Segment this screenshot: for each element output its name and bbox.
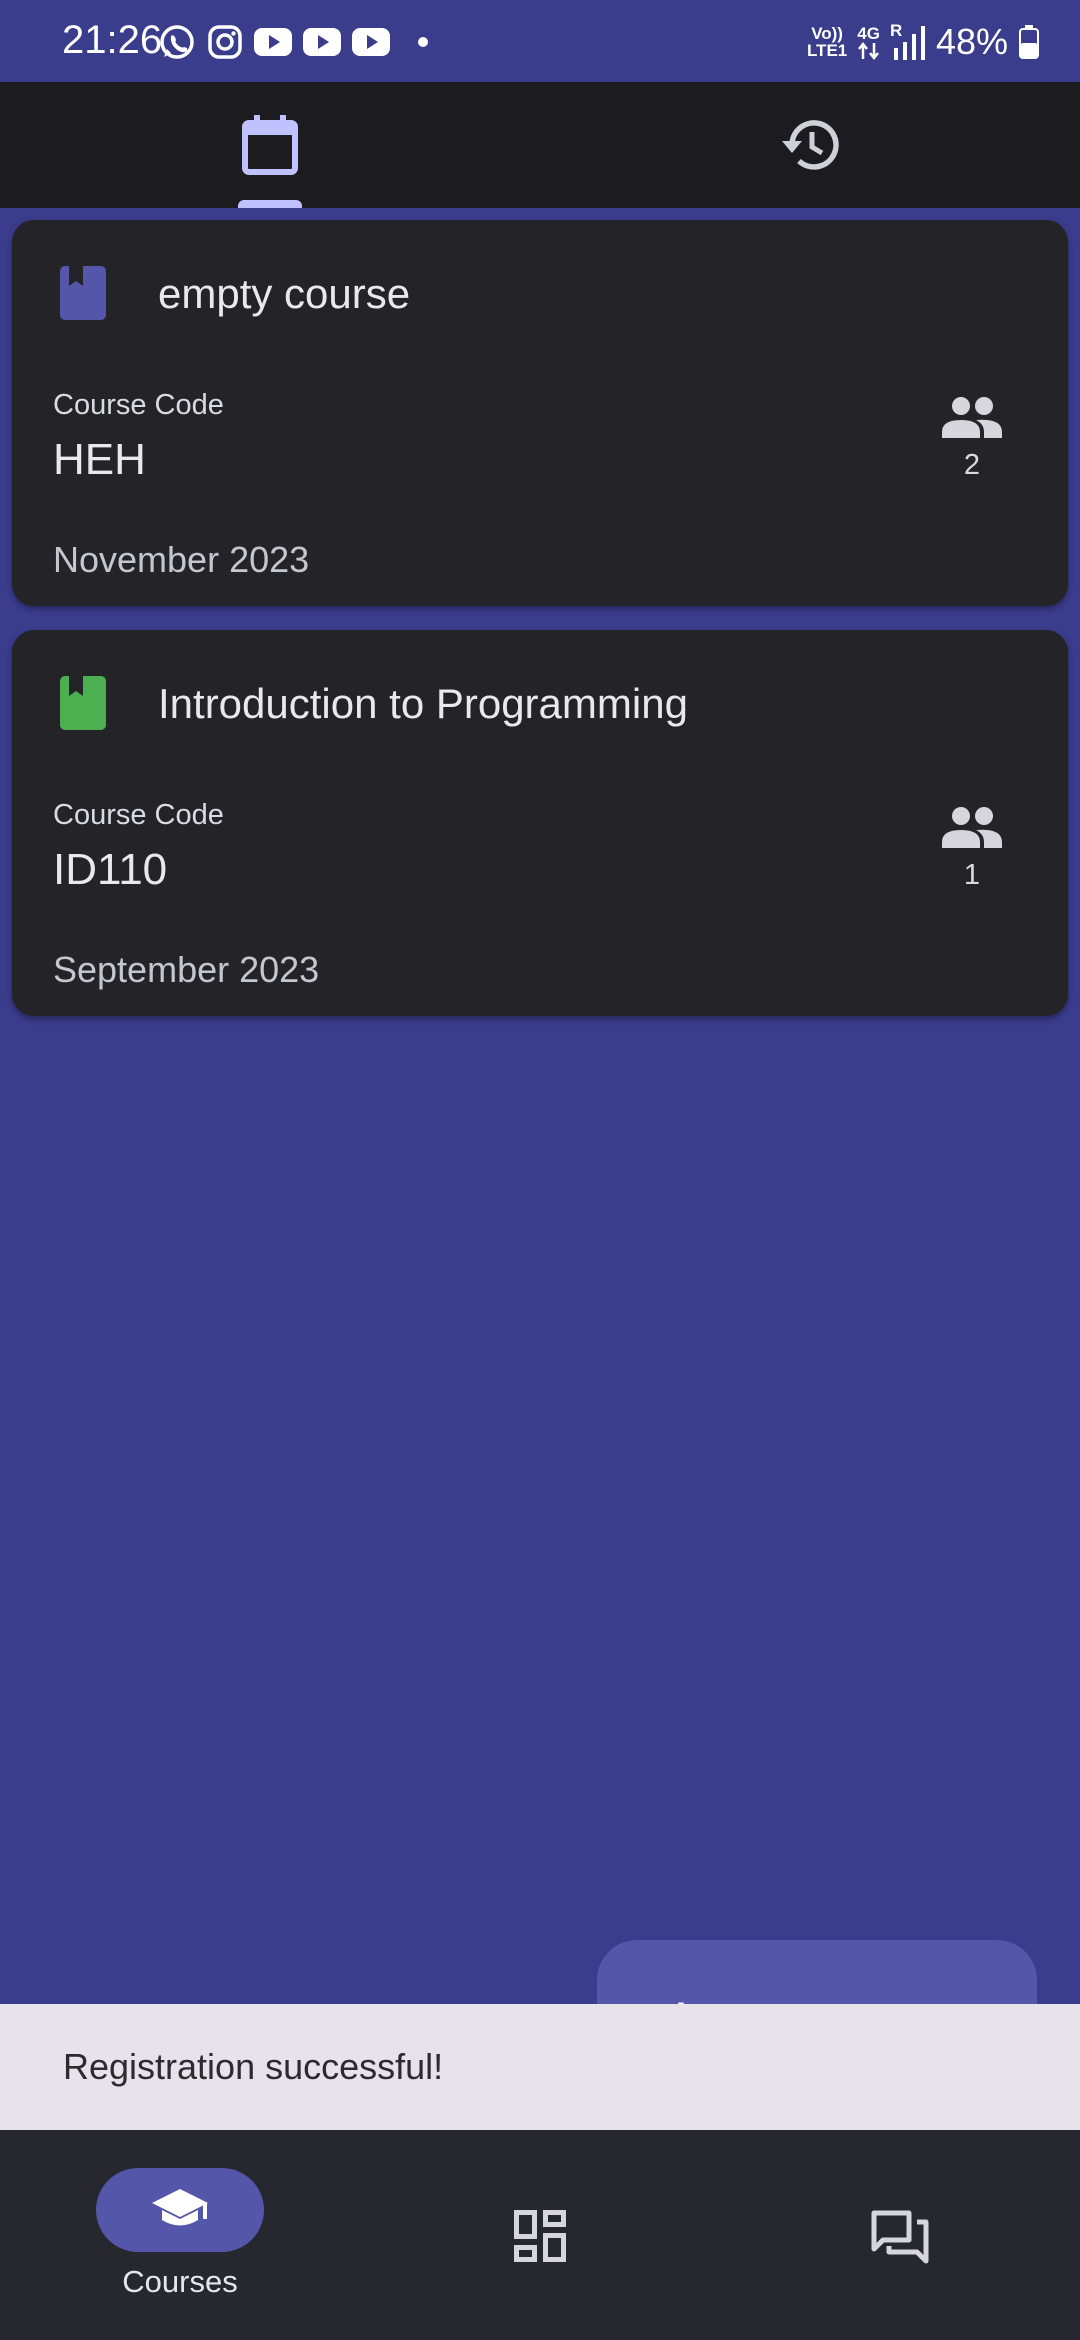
- instagram-icon: [208, 25, 242, 59]
- notification-dot-icon: [418, 37, 428, 47]
- snackbar-message: Registration successful!: [63, 2046, 444, 2087]
- data-indicator: 4G: [857, 25, 880, 60]
- course-code: ID110: [53, 845, 168, 894]
- youtube-icon: [352, 28, 390, 56]
- graduation-cap-icon: [152, 2189, 208, 2226]
- nav-item-dashboard[interactable]: [360, 2130, 720, 2340]
- book-icon: [60, 266, 106, 320]
- course-code-label: Course Code: [53, 389, 224, 421]
- status-time: 21:26: [62, 18, 163, 62]
- status-bar: 21:26 Vo)) LTE1 4G R 48%: [0, 0, 1080, 82]
- signal-bars-icon: [893, 26, 925, 60]
- nav-label-courses: Courses: [122, 2264, 238, 2299]
- course-card[interactable]: empty course Course Code HEH 2 November …: [12, 220, 1068, 606]
- nav-item-messages[interactable]: [720, 2130, 1080, 2340]
- youtube-icon: [303, 28, 341, 56]
- calendar-icon: [242, 115, 298, 175]
- course-date: November 2023: [53, 539, 310, 580]
- history-icon: [782, 120, 839, 170]
- dashboard-icon: [514, 2210, 566, 2262]
- youtube-icon: [254, 28, 292, 56]
- tab-selected-indicator: [238, 200, 302, 208]
- volte-indicator: Vo)) LTE1: [806, 24, 848, 60]
- course-name: Introduction to Programming: [158, 680, 688, 727]
- bottom-navigation: Courses: [0, 2130, 1080, 2340]
- battery-percent: 48%: [935, 21, 1008, 62]
- signal-indicator: R: [890, 22, 926, 62]
- member-count: 1: [963, 859, 981, 891]
- course-date: September 2023: [53, 949, 320, 990]
- nav-item-courses[interactable]: Courses: [0, 2130, 360, 2340]
- people-icon: [942, 397, 1002, 438]
- battery-icon: [1019, 25, 1039, 59]
- notification-icons: [158, 22, 433, 62]
- people-icon: [942, 807, 1002, 848]
- course-code: HEH: [53, 435, 146, 484]
- nav-active-indicator: [96, 2168, 264, 2252]
- course-code-label: Course Code: [53, 799, 224, 831]
- snackbar: Registration successful!: [0, 2004, 1080, 2130]
- tab-bar: [0, 82, 1080, 208]
- tab-upcoming[interactable]: [0, 82, 540, 208]
- member-count: 2: [963, 449, 981, 481]
- book-icon: [60, 676, 106, 730]
- data-arrows-icon: [857, 41, 879, 60]
- tab-history[interactable]: [540, 82, 1080, 208]
- chat-icon: [871, 2210, 929, 2264]
- system-status-icons: Vo)) LTE1 4G R 48%: [807, 20, 1040, 64]
- whatsapp-icon: [160, 25, 194, 59]
- course-card[interactable]: Introduction to Programming Course Code …: [12, 630, 1068, 1016]
- course-name: empty course: [158, 270, 411, 317]
